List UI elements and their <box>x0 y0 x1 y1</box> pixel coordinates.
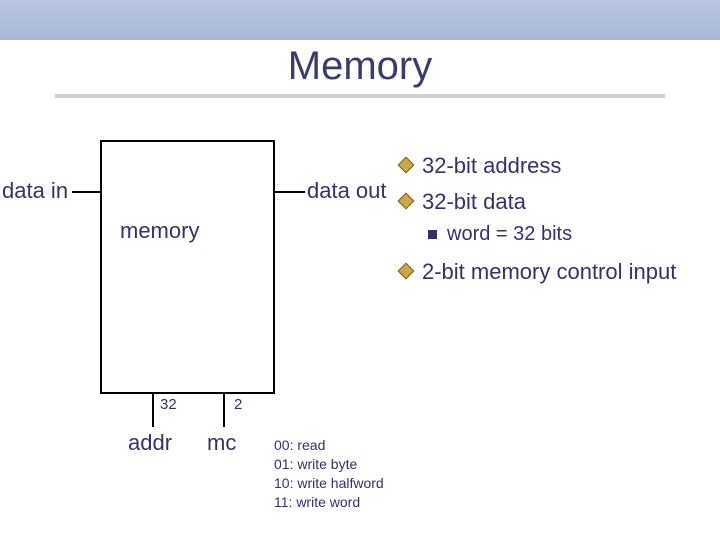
bullet-data: 32-bit data <box>400 188 710 216</box>
data-in-line <box>72 191 102 193</box>
data-in-label: data in <box>2 178 68 204</box>
square-bullet-icon <box>428 230 437 239</box>
data-out-label: data out <box>307 178 387 204</box>
addr-label: addr <box>128 430 172 456</box>
slide-title: Memory <box>0 44 720 89</box>
bullet-control: 2-bit memory control input <box>400 258 710 286</box>
subbullet-word: word = 32 bits <box>428 223 710 246</box>
bullet-text: 32-bit data <box>422 188 526 216</box>
code-row: 10: write halfword <box>274 474 384 493</box>
header-bar <box>0 0 720 40</box>
subbullet-text: word = 32 bits <box>447 223 572 246</box>
mc-code-list: 00: read 01: write byte 10: write halfwo… <box>274 436 384 512</box>
memory-box <box>100 140 275 394</box>
addr-width-value: 32 <box>160 396 177 413</box>
mc-label: mc <box>207 430 236 456</box>
bullet-list: 32-bit address 32-bit data word = 32 bit… <box>400 152 710 294</box>
data-out-line <box>275 191 305 193</box>
code-row: 01: write byte <box>274 455 384 474</box>
diamond-bullet-icon <box>398 263 415 280</box>
addr-input-line <box>152 394 154 427</box>
bullet-text: 2-bit memory control input <box>422 258 676 286</box>
title-underline <box>55 94 665 98</box>
code-row: 11: write word <box>274 493 384 512</box>
diamond-bullet-icon <box>398 157 415 174</box>
mc-input-line <box>223 394 225 427</box>
mc-width-value: 2 <box>234 396 242 413</box>
diamond-bullet-icon <box>398 192 415 209</box>
bullet-address: 32-bit address <box>400 152 710 180</box>
bullet-text: 32-bit address <box>422 152 561 180</box>
memory-box-label: memory <box>120 218 199 244</box>
code-row: 00: read <box>274 436 384 455</box>
